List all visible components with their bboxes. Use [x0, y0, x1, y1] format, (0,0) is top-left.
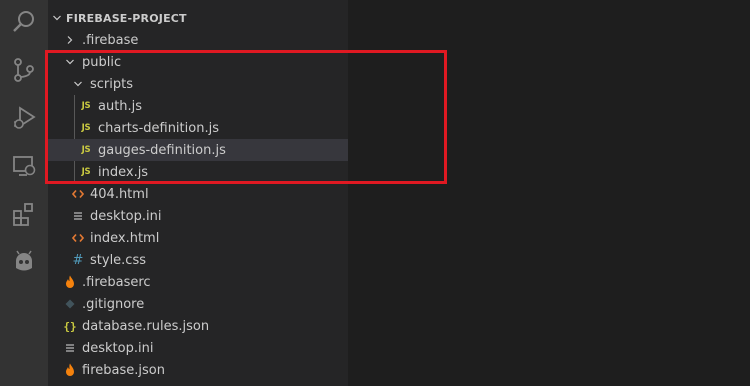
tree-item-firebase-json[interactable]: firebase.json	[48, 359, 362, 381]
tree-item-gitignore[interactable]: .gitignore	[48, 293, 362, 315]
tree-item-label: desktop.ini	[82, 340, 154, 356]
tree-item-label: .firebaserc	[82, 274, 151, 290]
chevron-down-icon	[62, 54, 78, 70]
tree-item-label: database.rules.json	[82, 318, 210, 334]
tree-item-scripts-folder[interactable]: scripts	[48, 73, 370, 95]
tree-item-label: gauges-definition.js	[98, 142, 226, 158]
settings-file-icon	[62, 340, 78, 356]
platformio-icon[interactable]	[0, 240, 48, 284]
remote-explorer-icon[interactable]	[0, 144, 48, 188]
js-file-icon: JS	[81, 167, 91, 177]
run-debug-icon[interactable]	[0, 96, 48, 140]
tree-item-label: desktop.ini	[90, 208, 162, 224]
tree-item-firebase-folder[interactable]: .firebase	[48, 29, 362, 51]
explorer-sidebar: FIREBASE-PROJECT .firebase public script…	[48, 0, 378, 386]
chevron-down-icon	[48, 13, 66, 23]
tree-item-404-html[interactable]: 404.html	[48, 183, 370, 205]
css-file-icon: #	[72, 252, 84, 268]
tree-item-label: scripts	[90, 76, 133, 92]
chevron-down-icon	[70, 76, 86, 92]
editor-area	[348, 0, 750, 386]
tree-item-style-css[interactable]: # style.css	[48, 249, 370, 271]
tree-item-desktop-ini[interactable]: desktop.ini	[48, 205, 370, 227]
tree-item-label: .firebase	[82, 32, 139, 48]
html-file-icon	[70, 230, 86, 246]
chevron-right-icon	[62, 32, 78, 48]
project-title: FIREBASE-PROJECT	[66, 11, 187, 25]
tree-item-label: .gitignore	[82, 296, 145, 312]
tree-item-auth-js[interactable]: JS auth.js	[48, 95, 378, 117]
tree-item-label: 404.html	[90, 186, 149, 202]
tree-item-firebaserc[interactable]: .firebaserc	[48, 271, 362, 293]
tree-item-charts-definition-js[interactable]: JS charts-definition.js	[48, 117, 378, 139]
settings-file-icon	[70, 208, 86, 224]
tree-item-label: auth.js	[98, 98, 143, 114]
js-file-icon: JS	[81, 101, 91, 111]
git-diamond-icon	[62, 296, 78, 312]
tree-item-label: firebase.json	[82, 362, 165, 378]
search-icon[interactable]	[0, 0, 48, 44]
tree-item-desktop-ini-root[interactable]: desktop.ini	[48, 337, 362, 359]
tree-item-label: index.js	[98, 164, 149, 180]
firebase-flame-icon	[62, 274, 78, 290]
activity-bar	[0, 0, 48, 386]
source-control-icon[interactable]	[0, 48, 48, 92]
firebase-flame-icon	[62, 362, 78, 378]
tree-item-index-js[interactable]: JS index.js	[48, 161, 378, 183]
tree-item-public-folder[interactable]: public	[48, 51, 362, 73]
tree-item-database-rules-json[interactable]: {} database.rules.json	[48, 315, 362, 337]
tree-item-label: style.css	[90, 252, 146, 268]
tree-item-gauges-definition-js[interactable]: JS gauges-definition.js	[48, 139, 378, 161]
tree-item-label: index.html	[90, 230, 160, 246]
tree-item-index-html[interactable]: index.html	[48, 227, 370, 249]
js-file-icon: JS	[81, 145, 91, 155]
tree-item-label: public	[82, 54, 122, 70]
tree-item-label: charts-definition.js	[98, 120, 219, 136]
project-header[interactable]: FIREBASE-PROJECT	[48, 8, 187, 28]
js-file-icon: JS	[81, 123, 91, 133]
json-file-icon: {}	[63, 319, 77, 333]
extensions-icon[interactable]	[0, 192, 48, 236]
html-file-icon	[70, 186, 86, 202]
